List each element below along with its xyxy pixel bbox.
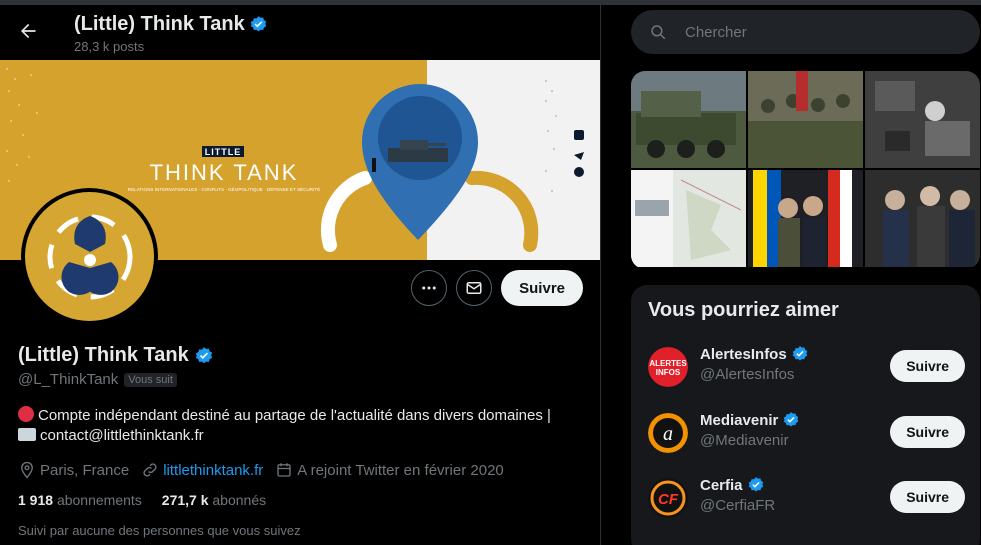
media-thumbnail[interactable] [865,71,980,168]
suggestion-item[interactable]: CF Cerfia @CerfiaFR Suivre [648,472,968,524]
suggestion-follow-button[interactable]: Suivre [890,350,965,382]
profile-name: (Little) Think Tank [18,344,214,367]
back-arrow-icon [21,23,36,39]
search-icon [651,25,666,40]
suggestion-item[interactable]: a Mediavenir @Mediavenir Suivre [648,407,968,459]
mail-icon [466,282,482,294]
suggestion-handle: @CerfiaFR [700,497,776,514]
who-to-follow-panel: Vous pourriez aimer ALERTES INFOS Alertes… [631,285,980,545]
envelope-icon [18,428,36,441]
avatar-image [25,192,154,321]
search-box[interactable]: Chercher [631,10,980,54]
media-thumbnail[interactable] [631,170,746,267]
profile-handle-row: @L_ThinkTank Vous suit [18,371,177,388]
profile-header: (Little) Think Tank 28,3 k posts [0,5,600,60]
verified-icon [792,346,807,361]
suggestion-name: Cerfia [700,476,765,494]
join-date-text: A rejoint Twitter en février 2020 [297,461,504,479]
media-thumbnail[interactable] [748,170,863,267]
suggestion-name: Mediavenir [700,411,800,429]
website-link[interactable]: littlethinktank.fr [163,462,263,479]
location-text: Paris, France [40,461,130,479]
profile-stats: 1 918 abonnements 271,7 k abonnés [18,492,266,508]
more-button[interactable] [411,270,448,306]
more-icon [422,286,436,290]
suggestion-name-text: AlertesInfos [700,345,787,363]
suggestion-name-text: Cerfia [700,476,743,494]
media-thumbnail[interactable] [631,71,746,168]
header-name-text: (Little) Think Tank [74,13,245,35]
suggestion-item[interactable]: ALERTES INFOS AlertesInfos @AlertesInfos … [648,341,968,393]
website: littlethinktank.fr [141,461,263,479]
message-button[interactable] [456,270,493,306]
link-icon [143,463,157,477]
verified-icon [195,346,212,363]
followers-label: abonnés [212,492,267,508]
alertesinfos-logo-text-2: INFOS [656,368,681,377]
join-date: A rejoint Twitter en février 2020 [275,461,504,479]
media-thumbnail[interactable] [865,170,980,267]
who-to-follow-title: Vous pourriez aimer [648,299,839,321]
profile-name-text: (Little) Think Tank [18,344,189,366]
profile-column: (Little) Think Tank 28,3 k posts LITTLE … [0,5,601,545]
banner-tagline: RELATIONS INTERNATIONALES · CONFLITS · G… [128,186,320,192]
mediavenir-logo-text: a [663,423,673,445]
avatar[interactable] [21,188,158,325]
think-tank-logo-icon [47,214,132,299]
header-post-count: 28,3 k posts [74,39,145,54]
followers-stat[interactable]: 271,7 k abonnés [162,492,266,508]
suggestion-handle: @Mediavenir [700,432,789,449]
bio-line-1: Compte indépendant destiné au partage de… [38,407,551,424]
alertesinfos-logo-text-1: ALERTES [649,359,687,368]
verified-icon [250,16,266,32]
search-input[interactable]: Chercher [685,24,747,41]
suggestion-follow-button[interactable]: Suivre [890,416,965,448]
verified-icon [748,477,763,492]
followed-by-text: Suivi par aucune des personnes que vous … [18,523,301,538]
banner-big-label: THINK TANK [150,160,299,185]
banner-small-label: LITTLE [205,147,242,157]
suggestion-handle: @AlertesInfos [700,366,795,383]
verified-icon [784,412,799,427]
follows-you-badge: Vous suit [124,372,177,387]
suggestion-name-text: Mediavenir [700,411,779,429]
profile-actions: Suivre [411,270,583,306]
calendar-icon [277,463,291,477]
suggestion-avatar: a [648,413,688,453]
cerfia-logo-text: CF [658,491,679,508]
profile-bio: Compte indépendant destiné au partage de… [18,406,588,446]
suggestion-name: AlertesInfos [700,345,809,363]
header-title: (Little) Think Tank [74,13,268,36]
following-count: 1 918 [18,492,54,508]
following-label: abonnements [56,492,142,508]
red-circle-icon [18,406,34,422]
follow-button[interactable]: Suivre [501,270,583,306]
suggestion-avatar: ALERTES INFOS [648,347,688,387]
followers-count: 271,7 k [161,492,209,508]
bio-line-2: contact@littlethinktank.fr [40,427,204,444]
profile-meta: Paris, France littlethinktank.fr A rejoi… [18,461,504,479]
profile-handle: @L_ThinkTank [18,371,119,388]
media-grid [631,71,980,269]
suggestion-follow-button[interactable]: Suivre [890,481,965,513]
media-thumbnail[interactable] [748,71,863,168]
location: Paris, France [18,461,129,479]
suggestion-avatar: CF [648,478,688,518]
location-icon [21,461,33,479]
following-stat[interactable]: 1 918 abonnements [18,492,142,508]
back-button[interactable] [10,13,46,49]
